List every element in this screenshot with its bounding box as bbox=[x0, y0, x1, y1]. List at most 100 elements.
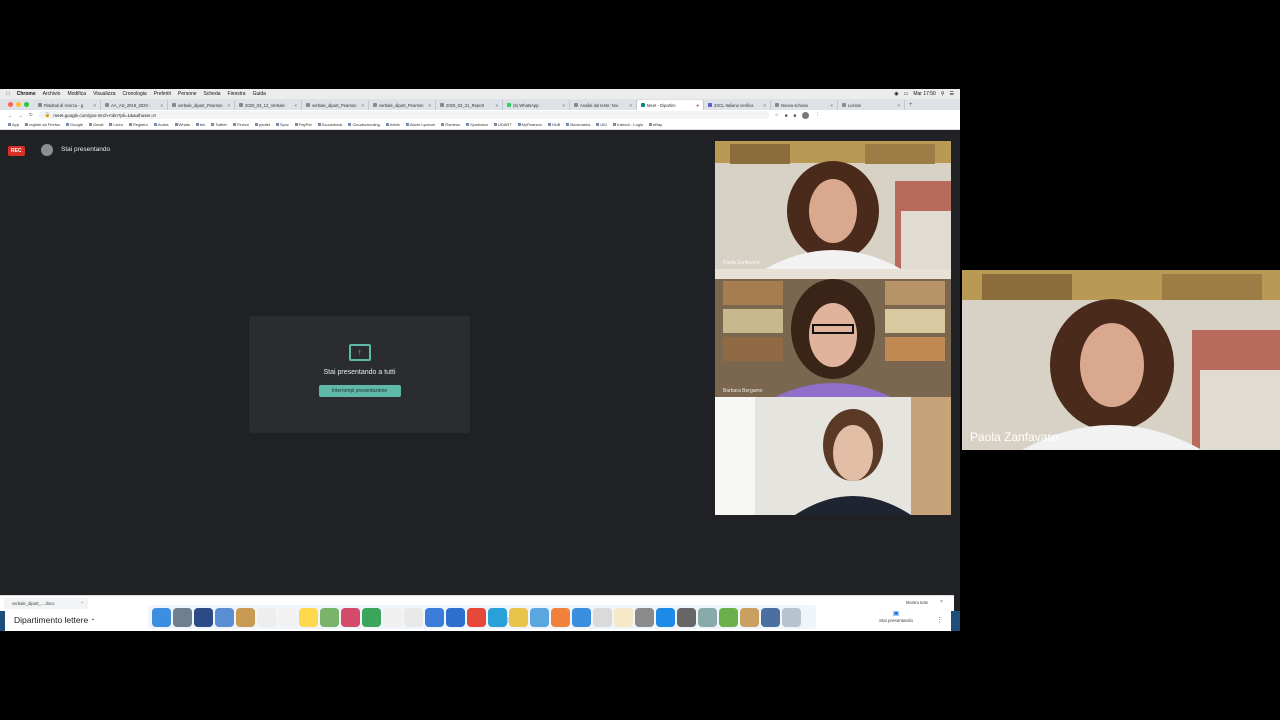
notes-icon[interactable] bbox=[278, 607, 297, 627]
browser-tab[interactable]: Analisi dal testo: Noi × bbox=[570, 100, 637, 110]
battery-icon[interactable]: ▭ bbox=[904, 91, 909, 97]
menu-visualizza[interactable]: Visualizza bbox=[93, 91, 115, 97]
forward-icon[interactable]: → bbox=[19, 113, 24, 118]
download-item[interactable]: verbale_dipart_....docx ⌃ bbox=[4, 598, 88, 609]
bookmark-item[interactable]: Kahoot - Login bbox=[613, 122, 643, 127]
app-icon[interactable] bbox=[509, 607, 528, 627]
app-store-icon[interactable] bbox=[656, 607, 675, 627]
bookmark-item[interactable]: Romeux bbox=[441, 122, 460, 127]
bookmark-item[interactable]: Alarm Lyceum bbox=[406, 122, 435, 127]
bookmark-star-icon[interactable]: ☆ bbox=[775, 112, 779, 118]
bookmark-item[interactable]: Symbaloo bbox=[466, 122, 488, 127]
extension-icon[interactable]: ■ bbox=[785, 113, 788, 118]
menu-cronologia[interactable]: Cronologia bbox=[123, 91, 147, 97]
tab-close-icon[interactable]: × bbox=[93, 103, 96, 108]
app-icon[interactable] bbox=[404, 607, 423, 627]
siri-icon[interactable] bbox=[194, 607, 213, 627]
finder-icon[interactable] bbox=[152, 607, 171, 627]
bookmark-item[interactable]: Bookmarks bbox=[566, 122, 590, 127]
app-icon[interactable] bbox=[236, 607, 255, 627]
floating-participant-tile[interactable]: Paola Zanfavaro bbox=[962, 270, 1280, 450]
present-now-button[interactable]: ▣ Stai presentando bbox=[871, 610, 921, 624]
tab-close-icon[interactable]: × bbox=[763, 103, 766, 108]
close-icon[interactable]: × bbox=[940, 599, 943, 605]
tab-close-icon[interactable]: × bbox=[629, 103, 632, 108]
bookmark-item[interactable]: padlet bbox=[255, 122, 270, 127]
maps-icon[interactable] bbox=[320, 607, 339, 627]
bookmark-item[interactable]: Registro bbox=[129, 122, 148, 127]
back-icon[interactable]: ← bbox=[8, 113, 13, 118]
participant-tile[interactable] bbox=[715, 397, 951, 515]
photos-icon[interactable] bbox=[341, 607, 360, 627]
participant-tile[interactable]: Paola Zanfavaro bbox=[715, 141, 951, 269]
system-preferences-icon[interactable] bbox=[677, 607, 696, 627]
reload-icon[interactable]: ↻ bbox=[29, 112, 33, 118]
app-icon[interactable] bbox=[719, 607, 738, 627]
safari-icon[interactable] bbox=[572, 607, 591, 627]
bookmark-item[interactable]: Fineco bbox=[233, 122, 249, 127]
tab-close-icon[interactable]: × bbox=[160, 103, 163, 108]
browser-tab[interactable]: verbale_dipart_Pearson × bbox=[369, 100, 436, 110]
app-icon[interactable] bbox=[761, 607, 780, 627]
tab-close-icon[interactable]: × bbox=[495, 103, 498, 108]
bookmark-item[interactable]: registri da Firefox bbox=[25, 122, 60, 127]
trash-icon[interactable] bbox=[782, 607, 801, 627]
profile-avatar[interactable] bbox=[802, 111, 810, 119]
close-window-icon[interactable] bbox=[8, 102, 13, 107]
browser-tab[interactable]: 2020_03_12_Verbale × bbox=[235, 100, 302, 110]
tab-close-icon[interactable]: × bbox=[294, 103, 297, 108]
quicktime-icon[interactable] bbox=[698, 607, 717, 627]
app-icon[interactable] bbox=[299, 607, 318, 627]
chrome-icon[interactable] bbox=[467, 607, 486, 627]
app-icon[interactable] bbox=[446, 607, 465, 627]
tab-close-icon[interactable]: × bbox=[428, 103, 431, 108]
bookmark-item[interactable]: Aruba bbox=[154, 122, 169, 127]
bookmark-item[interactable]: eBay bbox=[649, 122, 662, 127]
browser-tab[interactable]: 2020_03_31_Report × bbox=[436, 100, 503, 110]
bookmark-item[interactable]: UDART bbox=[494, 122, 512, 127]
bookmark-item[interactable]: Cloudschooling bbox=[348, 122, 379, 127]
url-field[interactable]: 🔒 meet.google.com/gvx-mrch-mbn?pli=1&aut… bbox=[38, 111, 769, 119]
browser-tab[interactable]: Lezioni × bbox=[838, 100, 905, 110]
bookmark-item[interactable]: UEI bbox=[596, 122, 607, 127]
extension-icon[interactable]: ■ bbox=[794, 113, 797, 118]
browser-tab[interactable]: 2XCL Italiano verifica × bbox=[704, 100, 771, 110]
app-icon[interactable] bbox=[488, 607, 507, 627]
browser-tab[interactable]: verbale_dipart_Pearson × bbox=[302, 100, 369, 110]
spotlight-icon[interactable]: ⚲ bbox=[941, 91, 945, 97]
menu-chrome[interactable]: Chrome bbox=[17, 91, 36, 97]
menu-finestra[interactable]: Finestra bbox=[228, 91, 246, 97]
browser-tab[interactable]: (6) WhatsApp × bbox=[503, 100, 570, 110]
app-icon[interactable] bbox=[635, 607, 654, 627]
zoom-window-icon[interactable] bbox=[24, 102, 29, 107]
app-icon[interactable] bbox=[593, 607, 612, 627]
menu-archivio[interactable]: Archivio bbox=[43, 91, 61, 97]
more-options-icon[interactable]: ⋮ bbox=[933, 614, 946, 627]
browser-tab[interactable]: verbale_dipart_Pearson × bbox=[168, 100, 235, 110]
app-icon[interactable] bbox=[614, 607, 633, 627]
menu-guida[interactable]: Guida bbox=[253, 91, 266, 97]
app-icon[interactable] bbox=[551, 607, 570, 627]
tab-close-icon[interactable]: × bbox=[897, 103, 900, 108]
app-icon[interactable] bbox=[215, 607, 234, 627]
keynote-icon[interactable] bbox=[425, 607, 444, 627]
bookmark-item[interactable]: Atelin bbox=[386, 122, 400, 127]
tab-close-icon[interactable]: × bbox=[830, 103, 833, 108]
browser-tab[interactable]: Nuova scheda × bbox=[771, 100, 838, 110]
bookmark-item[interactable]: Liceo bbox=[109, 122, 123, 127]
app-icon[interactable] bbox=[383, 607, 402, 627]
menu-preferiti[interactable]: Preferiti bbox=[154, 91, 171, 97]
bookmark-item[interactable]: Gmail bbox=[89, 122, 103, 127]
chevron-up-icon[interactable]: ⌃ bbox=[80, 601, 88, 606]
browser-tab[interactable]: Risultati di ricerca - g × bbox=[34, 100, 101, 110]
browser-tab-active[interactable]: Meet - Dipartim ● bbox=[637, 100, 704, 110]
launchpad-icon[interactable] bbox=[173, 607, 192, 627]
show-all-link[interactable]: Mostra tutte bbox=[906, 600, 928, 605]
menu-modifica[interactable]: Modifica bbox=[67, 91, 86, 97]
apple-menu-icon[interactable]:  bbox=[6, 91, 10, 97]
calendar-icon[interactable] bbox=[257, 607, 276, 627]
app-icon[interactable] bbox=[740, 607, 759, 627]
bookmark-item[interactable]: Sync bbox=[276, 122, 289, 127]
stop-presenting-button[interactable]: Interrompi presentazione bbox=[318, 385, 401, 397]
app-icon[interactable] bbox=[530, 607, 549, 627]
